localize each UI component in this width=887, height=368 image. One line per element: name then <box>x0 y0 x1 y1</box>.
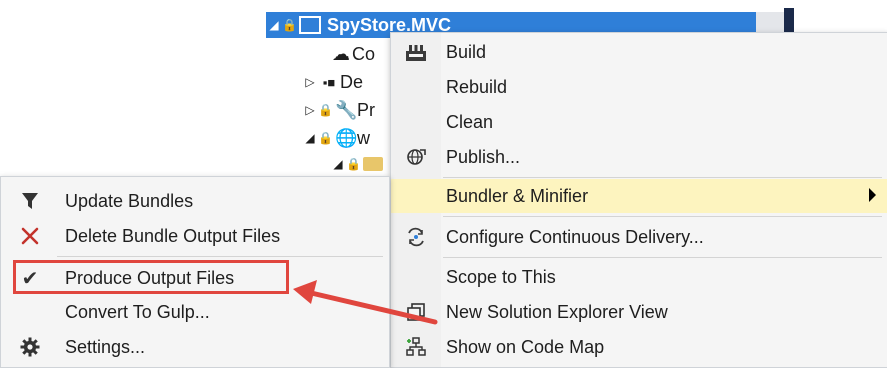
menu-item-label: Update Bundles <box>65 190 194 211</box>
menu-item-settings[interactable]: Settings... <box>1 330 389 364</box>
gear-icon <box>1 337 59 357</box>
expand-arrow-icon[interactable]: ▷ <box>302 75 318 89</box>
build-icon <box>391 42 441 62</box>
lock-icon: 🔒 <box>282 18 297 32</box>
menu-item-build[interactable]: Build <box>391 35 887 69</box>
menu-item-show-on-code-map[interactable]: Show on Code Map <box>391 330 887 364</box>
menu-item-label: Publish... <box>446 146 521 167</box>
tree-item-label: De <box>340 71 364 92</box>
menu-item-update-bundles[interactable]: Update Bundles <box>1 184 389 218</box>
menu-separator <box>443 257 882 258</box>
project-web-icon <box>298 16 321 34</box>
submenu-arrow-icon <box>869 188 876 202</box>
tree-item-label: w <box>356 127 370 148</box>
globe-publish-icon <box>391 147 441 167</box>
expand-arrow-icon[interactable]: ▷ <box>302 103 318 117</box>
tree-item-connected-services[interactable]: ☁ Co <box>330 40 375 68</box>
menu-item-configure-continuous-delivery[interactable]: Configure Continuous Delivery... <box>391 220 887 254</box>
lock-icon: 🔒 <box>318 103 333 117</box>
menu-item-delete-bundle-output-files[interactable]: Delete Bundle Output Files <box>1 219 389 253</box>
dependencies-icon: ▪■ <box>322 74 336 90</box>
menu-item-label: Clean <box>446 111 494 132</box>
menu-item-label: New Solution Explorer View <box>446 301 668 322</box>
menu-separator <box>443 177 882 178</box>
menu-item-label: Bundler & Minifier <box>446 185 589 206</box>
context-menu: Build Rebuild Clean Publish... Bundler &… <box>390 32 887 368</box>
globe-icon: 🌐 <box>334 127 358 148</box>
menu-item-clean[interactable]: Clean <box>391 105 887 139</box>
tree-item-label: Pr <box>356 99 375 120</box>
menu-item-publish[interactable]: Publish... <box>391 140 887 174</box>
tree-item-label: Co <box>352 43 376 64</box>
menu-item-label: Build <box>446 41 487 62</box>
lock-icon: 🔒 <box>346 157 361 171</box>
menu-item-label: Delete Bundle Output Files <box>65 225 281 246</box>
menu-item-new-solution-explorer-view[interactable]: New Solution Explorer View <box>391 295 887 329</box>
lock-icon: 🔒 <box>318 131 333 145</box>
collapse-arrow-icon[interactable]: ◢ <box>266 18 282 32</box>
highlight-outline <box>13 260 289 294</box>
collapse-arrow-icon[interactable]: ◢ <box>330 157 346 171</box>
tree-item-folder[interactable]: ◢ 🔒 <box>330 150 383 178</box>
menu-item-label: Settings... <box>65 336 146 357</box>
collapse-arrow-icon[interactable]: ◢ <box>302 131 318 145</box>
wrench-icon: 🔧 <box>334 99 358 120</box>
menu-item-label: Configure Continuous Delivery... <box>446 226 704 247</box>
delete-x-icon <box>1 227 59 245</box>
tree-item-dependencies[interactable]: ▷ ▪■ De <box>302 68 363 96</box>
menu-separator <box>57 256 383 257</box>
folder-icon <box>362 157 383 171</box>
menu-item-label: Show on Code Map <box>446 336 605 357</box>
menu-item-label: Rebuild <box>446 76 508 97</box>
menu-item-scope-to-this[interactable]: Scope to This <box>391 260 887 294</box>
continuous-delivery-icon <box>391 227 441 247</box>
tree-item-wwwroot[interactable]: ◢ 🔒 🌐 w <box>302 124 370 152</box>
code-map-icon <box>391 337 441 357</box>
funnel-icon <box>1 191 59 211</box>
menu-item-rebuild[interactable]: Rebuild <box>391 70 887 104</box>
menu-item-label: Scope to This <box>446 266 556 287</box>
menu-item-bundler-minifier[interactable]: Bundler & Minifier <box>391 179 887 213</box>
menu-item-label: Convert To Gulp... <box>65 301 210 322</box>
menu-separator <box>443 216 882 217</box>
cloud-icon: ☁ <box>332 43 350 64</box>
tree-item-properties[interactable]: ▷ 🔒 🔧 Pr <box>302 96 375 124</box>
callout-arrow <box>293 280 438 325</box>
